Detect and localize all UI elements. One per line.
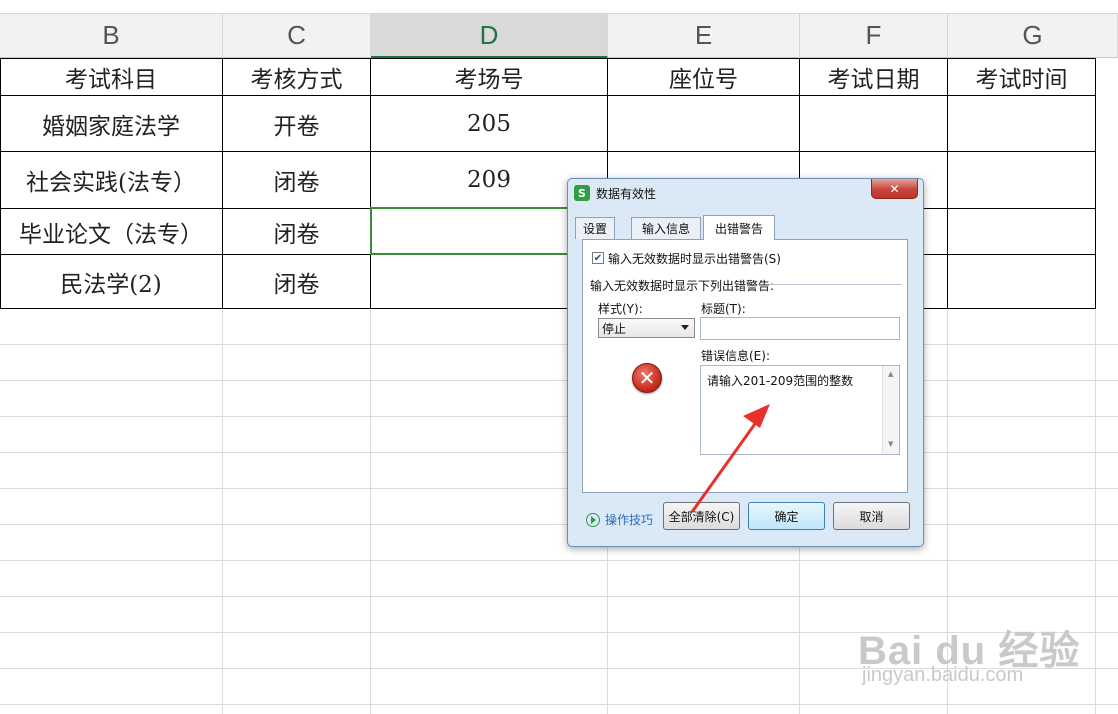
tab-error-alert[interactable]: 出错警告	[703, 215, 775, 240]
watermark-url: jingyan.baidu.com	[862, 664, 1024, 686]
annotation-arrow	[690, 404, 770, 513]
